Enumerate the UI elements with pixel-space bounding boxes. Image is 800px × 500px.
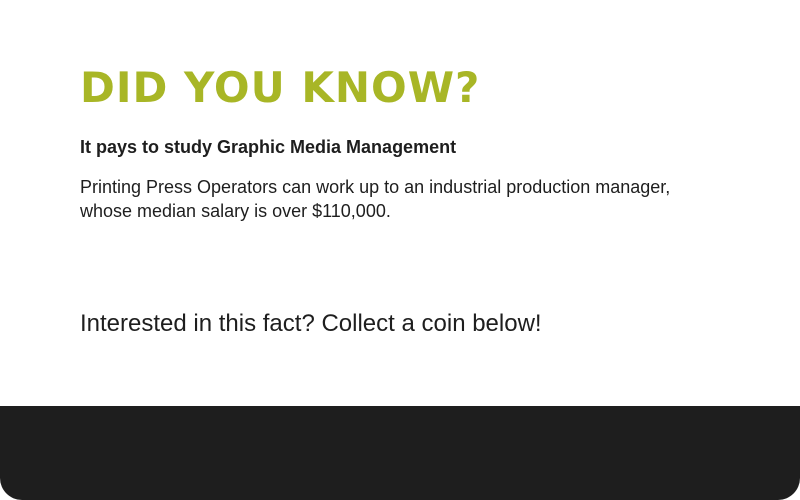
fact-card: Did you know? It pays to study Graphic M… [0, 0, 800, 500]
footer-band [0, 406, 800, 500]
fact-subheading: It pays to study Graphic Media Managemen… [80, 137, 457, 157]
collect-coin-prompt: Interested in this fact? Collect a coin … [80, 310, 542, 337]
fact-body: Printing Press Operators can work up to … [80, 177, 671, 221]
fact-heading: Did you know? [80, 63, 481, 112]
